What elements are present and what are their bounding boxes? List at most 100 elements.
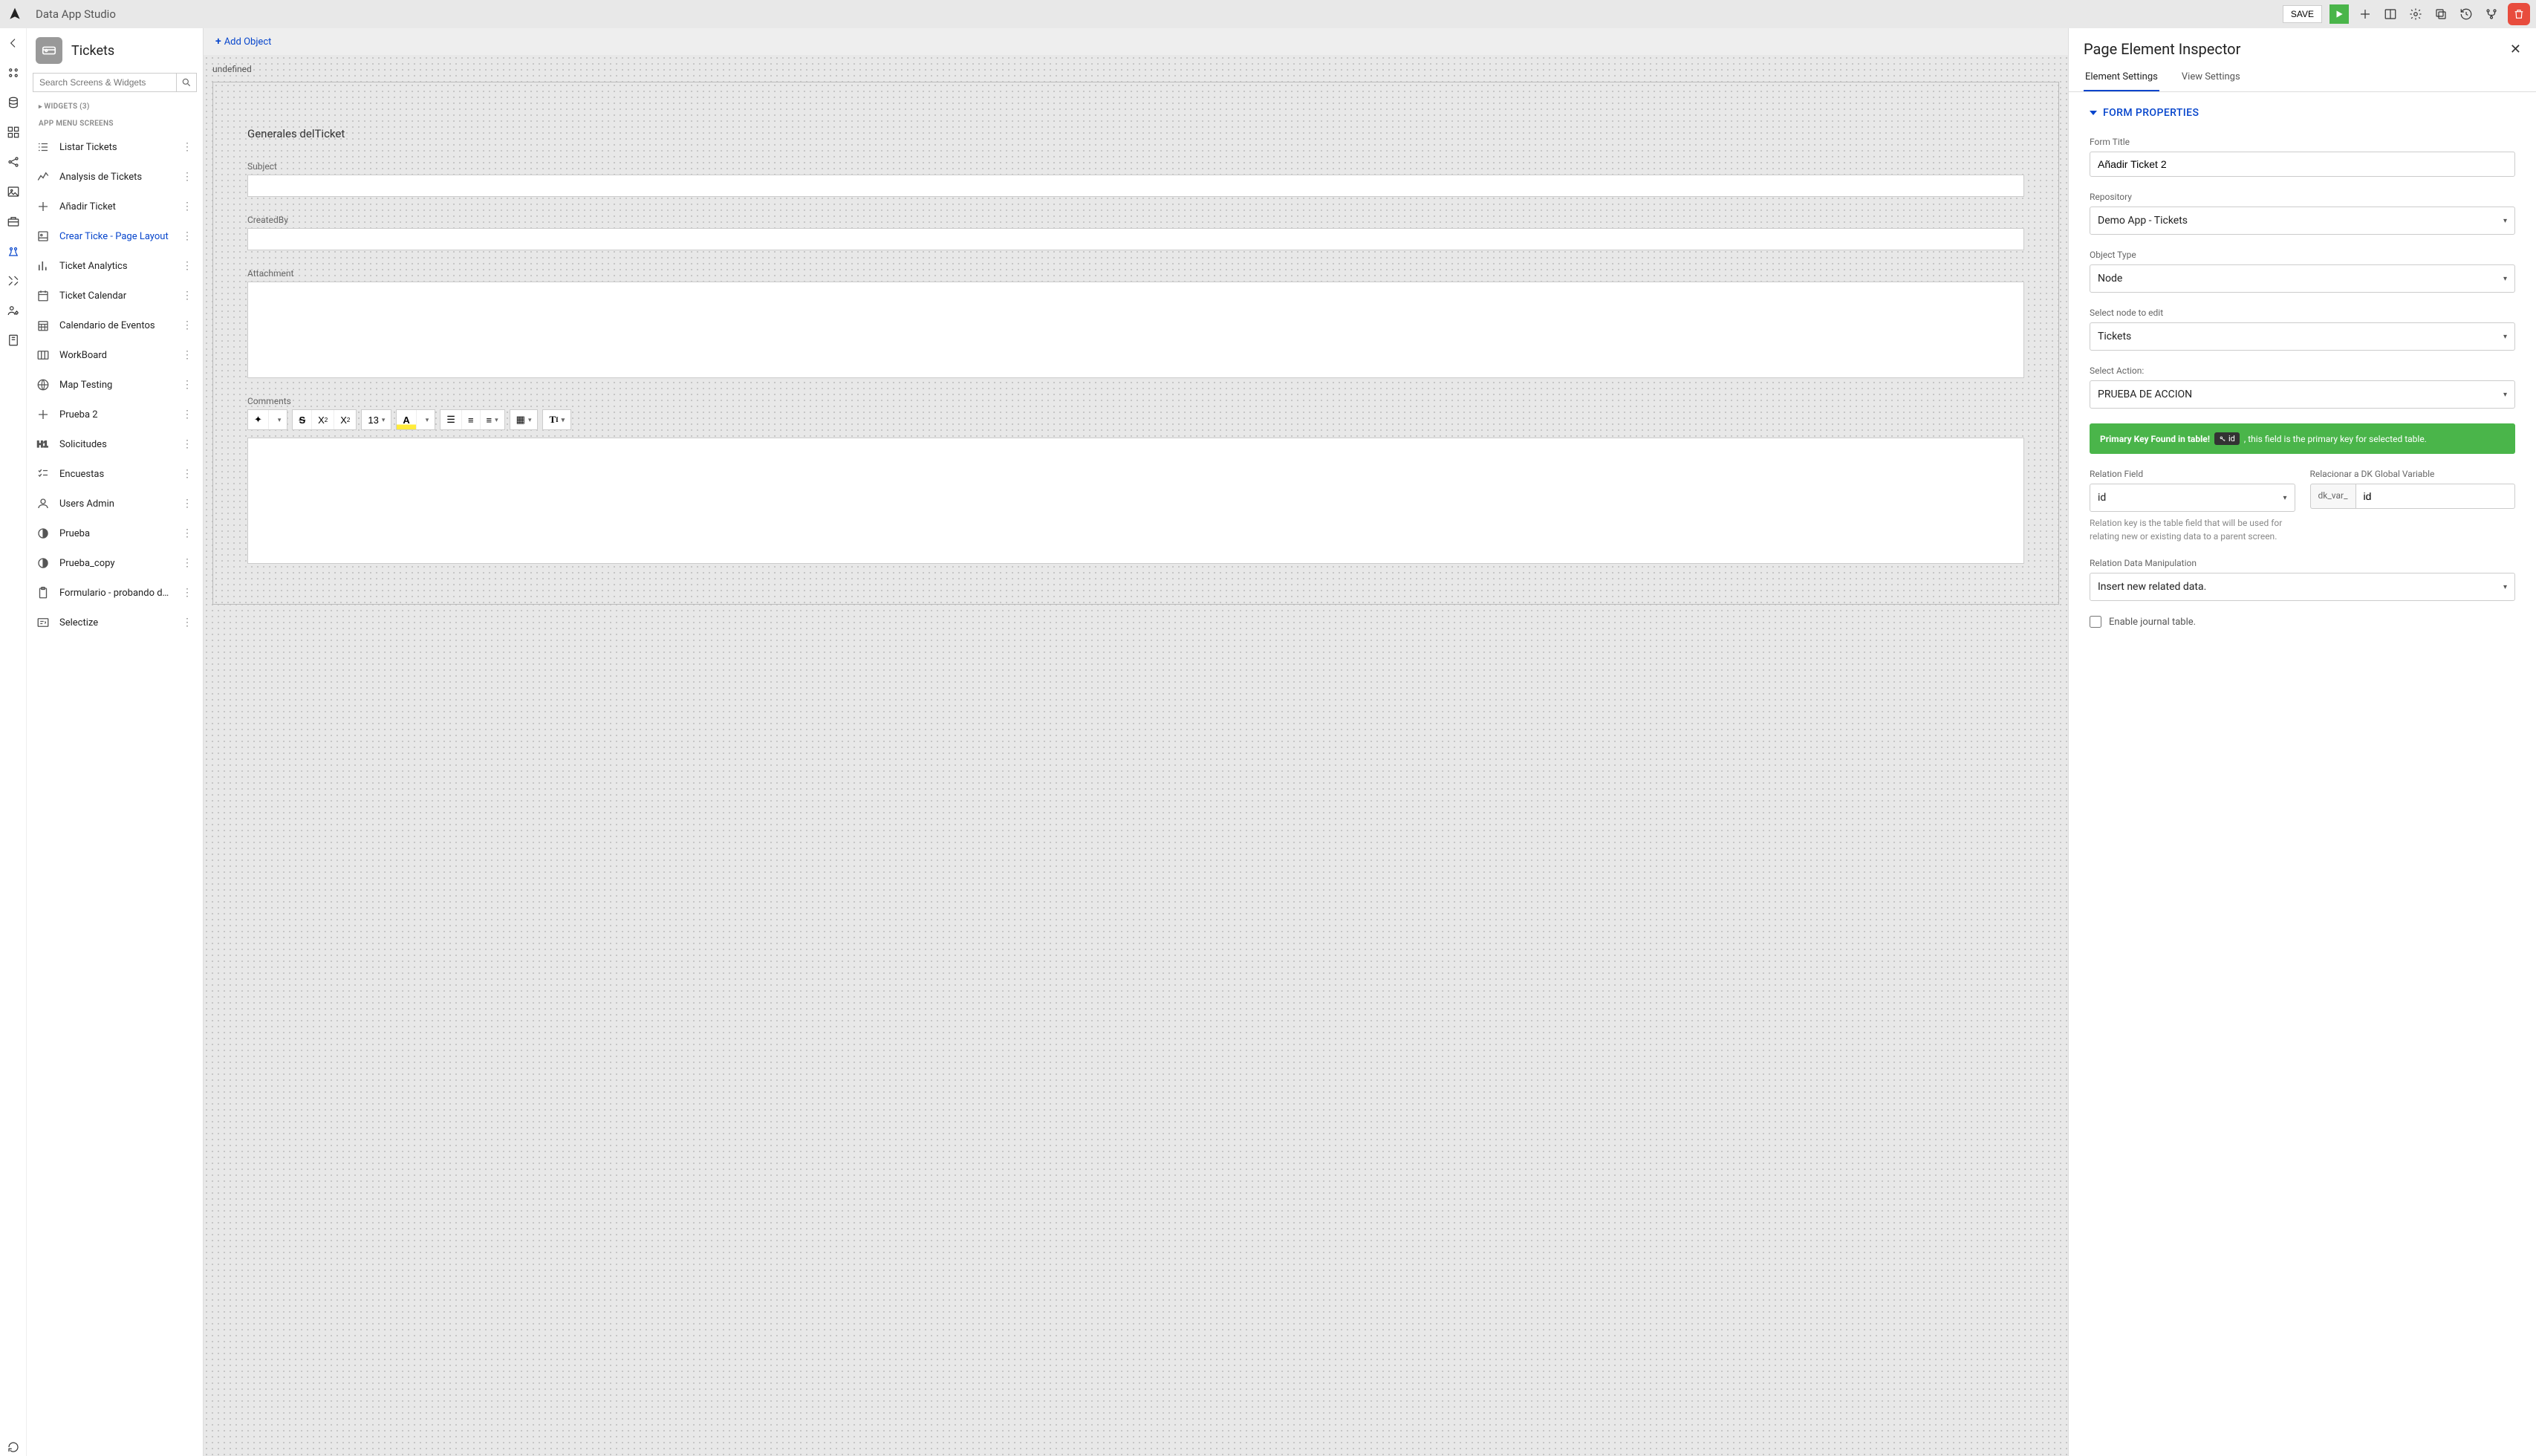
toolbox-icon[interactable] — [4, 212, 22, 230]
list-icon — [36, 140, 51, 155]
rt-magic-dropdown[interactable] — [268, 410, 287, 429]
sidebar-item-7[interactable]: WorkBoard⋮ — [27, 340, 203, 370]
createdby-input[interactable] — [247, 228, 2024, 250]
select-node-select[interactable]: Tickets — [2090, 322, 2515, 351]
more-icon[interactable]: ⋮ — [182, 438, 194, 450]
database-icon[interactable] — [4, 94, 22, 111]
sidebar-item-8[interactable]: Map Testing ⋮ — [27, 370, 203, 400]
delete-button[interactable] — [2508, 3, 2530, 25]
sidebar-item-label: Map Testing — [59, 380, 173, 391]
add-icon[interactable] — [2356, 5, 2374, 23]
relation-manip-select[interactable]: Insert new related data. — [2090, 573, 2515, 601]
refresh-icon[interactable] — [4, 1438, 22, 1456]
search-input[interactable] — [33, 73, 176, 92]
grid-icon[interactable] — [4, 123, 22, 141]
comments-richtext[interactable] — [247, 438, 2024, 564]
app-logo[interactable] — [6, 5, 24, 23]
sidebar-item-1[interactable]: Analysis de Tickets⋮ — [27, 162, 203, 192]
rt-ul-button[interactable]: ☰ — [440, 410, 461, 429]
usergear-icon[interactable] — [4, 302, 22, 319]
sidebar-item-6[interactable]: Calendario de Eventos⋮ — [27, 311, 203, 340]
more-icon[interactable]: ⋮ — [182, 617, 194, 628]
close-icon[interactable]: ✕ — [2510, 42, 2521, 57]
more-icon[interactable]: ⋮ — [182, 468, 194, 480]
search-button[interactable] — [176, 73, 197, 92]
rt-magic-icon[interactable]: ✦ — [248, 410, 268, 429]
image-icon[interactable] — [4, 183, 22, 201]
sidebar-item-4[interactable]: Ticket Analytics⋮ — [27, 251, 203, 281]
chart-icon — [36, 169, 51, 184]
more-icon[interactable]: ⋮ — [182, 498, 194, 510]
panels-icon[interactable] — [2381, 5, 2399, 23]
enable-journal-checkbox[interactable] — [2090, 616, 2101, 628]
rt-align-button[interactable]: ≡ — [480, 410, 504, 429]
object-type-select[interactable]: Node — [2090, 264, 2515, 293]
form-title-input[interactable] — [2090, 152, 2515, 177]
run-button[interactable] — [2329, 4, 2349, 24]
save-button[interactable]: SAVE — [2283, 5, 2322, 23]
richtext-toolbar: ✦ S X2 X2 13 A ☰ ≡ ≡ — [247, 409, 2024, 430]
form-frame[interactable]: Generales delTicket Subject CreatedBy At… — [212, 82, 2059, 605]
select-action-select[interactable]: PRUEBA DE ACCION — [2090, 380, 2515, 409]
sidebar-item-12[interactable]: Users Admin⋮ — [27, 489, 203, 519]
copy-icon[interactable] — [2432, 5, 2450, 23]
relation-help-text: Relation key is the table field that wil… — [2090, 516, 2295, 543]
apps-icon[interactable] — [4, 64, 22, 82]
more-icon[interactable]: ⋮ — [182, 379, 194, 391]
sidebar-item-3[interactable]: Crear Ticke - Page Layout⋮ — [27, 221, 203, 251]
sidebar-item-11[interactable]: Encuestas⋮ — [27, 459, 203, 489]
branch-icon[interactable] — [2483, 5, 2500, 23]
sidebar-item-2[interactable]: Añadir Ticket⋮ — [27, 192, 203, 221]
design-icon[interactable] — [4, 242, 22, 260]
more-icon[interactable]: ⋮ — [182, 141, 194, 153]
canvas-area[interactable]: undefined Generales delTicket Subject Cr… — [204, 55, 2068, 1456]
more-icon[interactable]: ⋮ — [182, 290, 194, 302]
widgets-section-label[interactable]: WIDGETS (3) — [27, 98, 203, 115]
more-icon[interactable]: ⋮ — [182, 349, 194, 361]
rt-subscript-button[interactable]: X2 — [334, 410, 356, 429]
add-object-button[interactable]: Add Object — [215, 36, 271, 48]
rt-table-button[interactable]: ▦ — [510, 410, 538, 429]
sidebar-item-label: Selectize — [59, 617, 173, 628]
more-icon[interactable]: ⋮ — [182, 557, 194, 569]
subject-input[interactable] — [247, 175, 2024, 197]
more-icon[interactable]: ⋮ — [182, 230, 194, 242]
sidebar-item-9[interactable]: Prueba 2⋮ — [27, 400, 203, 429]
settings-icon[interactable] — [2407, 5, 2425, 23]
clip-icon — [36, 585, 51, 600]
tools-icon[interactable] — [4, 272, 22, 290]
sidebar-item-13[interactable]: Prueba⋮ — [27, 519, 203, 548]
rt-strike-button[interactable]: S — [293, 410, 311, 429]
more-icon[interactable]: ⋮ — [182, 260, 194, 272]
more-icon[interactable]: ⋮ — [182, 527, 194, 539]
rt-ol-button[interactable]: ≡ — [461, 410, 480, 429]
more-icon[interactable]: ⋮ — [182, 587, 194, 599]
share-icon[interactable] — [4, 153, 22, 171]
sidebar-item-15[interactable]: Formulario - probando details⋮ — [27, 578, 203, 608]
sidebar-item-10[interactable]: H1Solicitudes⋮ — [27, 429, 203, 459]
sidebar-item-14[interactable]: Prueba_copy⋮ — [27, 548, 203, 578]
repository-select[interactable]: Demo App - Tickets — [2090, 207, 2515, 235]
more-icon[interactable]: ⋮ — [182, 319, 194, 331]
rt-fontcolor-button[interactable]: A — [397, 410, 415, 429]
rt-format-button[interactable]: TI — [543, 410, 570, 429]
repository-label: Repository — [2090, 192, 2515, 202]
tab-element-settings[interactable]: Element Settings — [2084, 64, 2159, 91]
more-icon[interactable]: ⋮ — [182, 201, 194, 212]
history-icon[interactable] — [2457, 5, 2475, 23]
tab-view-settings[interactable]: View Settings — [2180, 64, 2242, 91]
more-icon[interactable]: ⋮ — [182, 409, 194, 420]
rt-superscript-button[interactable]: X2 — [311, 410, 334, 429]
rt-fontsize-select[interactable]: 13 — [362, 410, 391, 429]
dk-var-input[interactable] — [2355, 484, 2516, 509]
relation-field-select[interactable]: id — [2090, 484, 2295, 512]
rt-fontcolor-dropdown[interactable] — [416, 410, 435, 429]
sidebar-item-16[interactable]: Selectize ⋮ — [27, 608, 203, 637]
sidebar-item-5[interactable]: Ticket Calendar⋮ — [27, 281, 203, 311]
more-icon[interactable]: ⋮ — [182, 171, 194, 183]
form-properties-header[interactable]: FORM PROPERTIES — [2090, 107, 2515, 119]
sidebar-item-0[interactable]: Listar Tickets⋮ — [27, 132, 203, 162]
back-icon[interactable] — [4, 34, 22, 52]
attachment-input[interactable] — [247, 282, 2024, 378]
book-icon[interactable] — [4, 331, 22, 349]
